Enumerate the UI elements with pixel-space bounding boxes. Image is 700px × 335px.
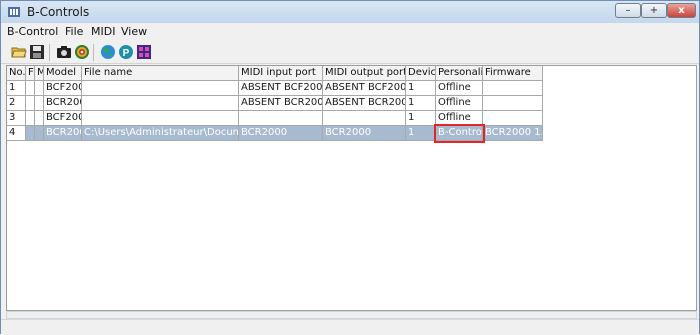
svg-text:P: P: [123, 48, 130, 59]
header-midi-input-port[interactable]: MIDI input port: [239, 66, 323, 81]
title-bar: B-Controls – + x: [1, 1, 699, 23]
cell-midi-output-port: ABSENT BCR2000[1]: [323, 96, 406, 111]
toolbar: P: [1, 41, 699, 64]
window-title: B-Controls: [27, 5, 90, 19]
cell-no: 4: [7, 126, 26, 141]
header-m[interactable]: M: [35, 66, 44, 81]
cell-device: 1: [406, 96, 436, 111]
cell-fi: [26, 111, 35, 126]
p-icon[interactable]: P: [118, 44, 134, 60]
toolbar-separator: [49, 44, 50, 61]
header-fi[interactable]: Fi: [26, 66, 35, 81]
cell-midi-output-port: [323, 111, 406, 126]
header-model[interactable]: Model: [44, 66, 82, 81]
cell-m: [35, 81, 44, 96]
cell-device: 1: [406, 111, 436, 126]
cell-device: 1: [406, 126, 436, 141]
menu-b-control[interactable]: B-Control: [7, 25, 58, 38]
cell-no: 3: [7, 111, 26, 126]
menu-view[interactable]: View: [121, 25, 147, 38]
minimize-button[interactable]: –: [615, 3, 641, 18]
cell-midi-input-port: ABSENT BCR2000[1]: [239, 96, 323, 111]
cell-midi-input-port: ABSENT BCF2000[1]: [239, 81, 323, 96]
app-window: B-Controls – + x B-Control File MIDI Vie…: [0, 0, 700, 335]
cell-device: 1: [406, 81, 436, 96]
cell-file-name: [82, 96, 239, 111]
grid-icon[interactable]: [136, 44, 152, 60]
cell-fi: [26, 126, 35, 141]
cell-model: BCR2000: [44, 126, 82, 141]
close-button[interactable]: x: [667, 3, 696, 18]
header-midi-output-port[interactable]: MIDI output port: [323, 66, 406, 81]
menu-file[interactable]: File: [65, 25, 83, 38]
cell-model: BCF2000: [44, 111, 82, 126]
cell-file-name: [82, 81, 239, 96]
cell-file-name: C:\Users\Administrateur\Documents\bcr: [82, 126, 239, 141]
open-folder-icon[interactable]: [11, 44, 27, 60]
header-firmware[interactable]: Firmware: [483, 66, 543, 81]
cell-personality: Offline: [436, 81, 483, 96]
cell-no: 1: [7, 81, 26, 96]
cell-firmware: [483, 96, 543, 111]
cell-personality: Offline: [436, 96, 483, 111]
cell-midi-input-port: BCR2000: [239, 126, 323, 141]
cell-fi: [26, 96, 35, 111]
cell-midi-input-port: [239, 111, 323, 126]
header-no[interactable]: No.: [7, 66, 26, 81]
personality-highlight: [434, 124, 485, 143]
target-icon[interactable]: [74, 44, 90, 60]
cell-model: BCR2000: [44, 96, 82, 111]
cell-midi-output-port: BCR2000: [323, 126, 406, 141]
header-file-name[interactable]: File name: [82, 66, 239, 81]
cell-m: [35, 96, 44, 111]
status-bar: [1, 319, 699, 335]
maximize-button[interactable]: +: [641, 3, 667, 18]
cell-model: BCF2000: [44, 81, 82, 96]
cell-firmware: [483, 111, 543, 126]
app-icon: [8, 7, 20, 17]
cell-m: [35, 111, 44, 126]
device-table: No. Fi M Model File name MIDI input port…: [6, 65, 697, 311]
cell-file-name: [82, 111, 239, 126]
cell-m: [35, 126, 44, 141]
header-device[interactable]: Device: [406, 66, 436, 81]
camera-icon[interactable]: [56, 44, 72, 60]
cell-firmware: [483, 81, 543, 96]
cell-firmware: BCR2000 1.10: [483, 126, 543, 141]
toolbar-separator: [93, 44, 94, 61]
header-personality[interactable]: Personality: [436, 66, 483, 81]
globe-icon[interactable]: [100, 44, 116, 60]
horizontal-scrollbar[interactable]: [6, 311, 697, 319]
menu-bar: B-Control File MIDI View: [1, 23, 699, 41]
cell-fi: [26, 81, 35, 96]
menu-midi[interactable]: MIDI: [91, 25, 115, 38]
save-icon[interactable]: [29, 44, 45, 60]
cell-no: 2: [7, 96, 26, 111]
cell-midi-output-port: ABSENT BCF2000[1]: [323, 81, 406, 96]
